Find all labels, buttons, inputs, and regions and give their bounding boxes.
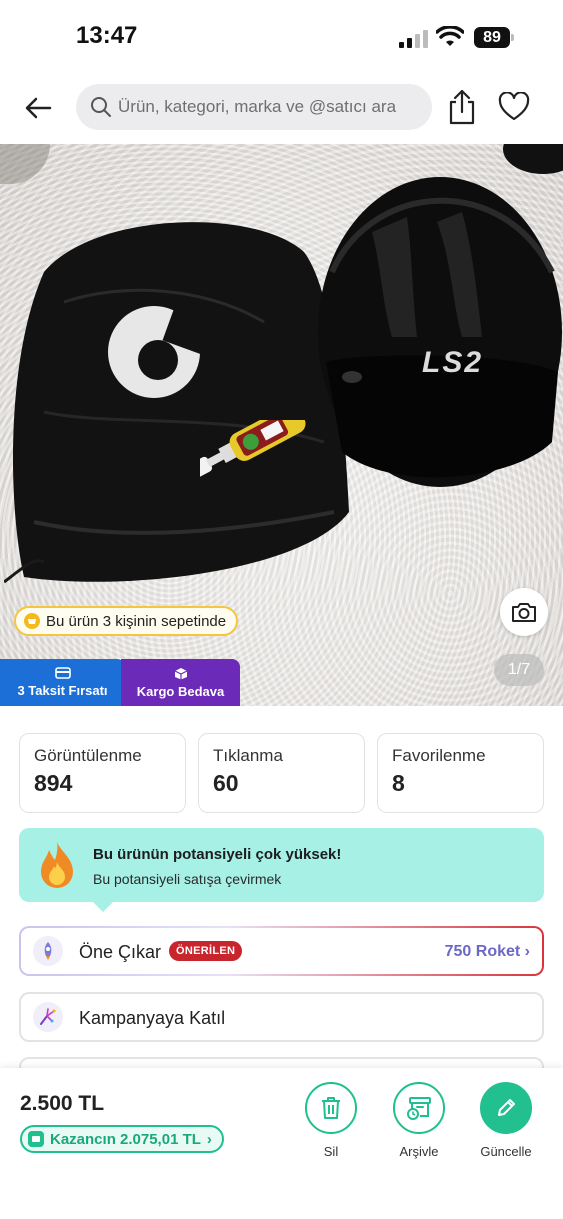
product-image-gallery[interactable]: LS2 Bu ürün 3 kişinin sepetinde 1/7 3 Ta… [0,144,563,706]
badge-taksit-label: 3 Taksit Fırsatı [17,683,108,698]
delete-circle [305,1082,357,1134]
cellular-signal-icon [399,30,428,48]
product-detail-page: 13:47 89 Ürün, kategori, marka ve @satıc… [0,0,563,1219]
promote-row[interactable]: Öne Çıkar ÖNERİLEN 750 Roket › [19,926,544,976]
earnings-pill[interactable]: Kazancın 2.075,01 TL › [20,1125,224,1153]
fire-icon [41,842,73,888]
potential-card: Bu ürünün potansiyeli çok yüksek! Bu pot… [19,828,544,912]
promote-cost: 750 Roket › [445,943,530,961]
campaign-label: Kampanyaya Katıl [79,1008,226,1028]
archive-button[interactable]: Arşivle [379,1082,459,1159]
campaign-icon [33,1002,63,1032]
stat-favorites-value: 8 [392,770,405,796]
bottom-action-bar: 2.500 TL Kazancın 2.075,01 TL › Sil Arşi… [0,1068,563,1219]
camera-icon [512,603,536,622]
stat-clicks-value: 60 [213,770,239,796]
status-bar: 13:47 89 [0,0,563,72]
wifi-icon [436,26,464,46]
product-price: 2.500 TL [20,1092,105,1115]
chevron-right-icon: › [206,1130,212,1148]
battery-indicator: 89 [474,27,514,48]
potential-subtitle: Bu potansiyeli satışa çevirmek [93,871,282,887]
visual-search-button[interactable] [500,588,548,636]
basket-count-text: Bu ürün 3 kişinin sepetinde [46,612,227,630]
box-icon [174,667,187,679]
stats-row: Görüntülenme 894 Tıklanma 60 Favorilenme… [19,733,544,813]
stat-favorites: Favorilenme 8 [377,733,544,813]
basket-icon [24,613,40,629]
archive-icon [407,1097,431,1120]
back-arrow-icon[interactable] [22,92,54,124]
card-icon [54,667,71,679]
trash-icon [322,1097,340,1119]
share-icon[interactable] [446,88,478,126]
svg-text:LS2: LS2 [422,346,483,379]
top-nav: Ürün, kategori, marka ve @satıcı ara [0,80,563,136]
delete-button[interactable]: Sil [291,1082,371,1159]
update-button[interactable]: Güncelle [466,1082,546,1159]
basket-count-pill: Bu ürün 3 kişinin sepetinde [14,606,239,636]
search-placeholder: Ürün, kategori, marka ve @satıcı ara [118,97,397,116]
earnings-text: Kazancın 2.075,01 TL [50,1130,201,1148]
status-time: 13:47 [76,22,138,49]
stat-clicks: Tıklanma 60 [198,733,365,813]
search-icon [91,97,111,117]
campaign-row[interactable]: Kampanyaya Katıl [19,992,544,1042]
favorite-heart-icon[interactable] [498,92,530,122]
stat-views-label: Görüntülenme [34,746,142,765]
update-circle [480,1082,532,1134]
pencil-icon [498,1099,515,1116]
stat-favorites-label: Favorilenme [392,746,486,765]
promote-cost-text: 750 Roket [444,943,521,960]
product-badges: 3 Taksit Fırsatı Kargo Bedava [0,659,240,706]
ls2-helmet-image: LS2 [318,177,562,487]
image-pager: 1/7 [494,654,544,686]
spray-bottle-image [200,420,306,479]
stat-clicks-label: Tıklanma [213,746,283,765]
archive-circle [393,1082,445,1134]
stat-views-value: 894 [34,770,73,796]
search-input[interactable]: Ürün, kategori, marka ve @satıcı ara [76,84,432,130]
promote-label: Öne Çıkar [79,942,162,962]
archive-label: Arşivle [399,1144,439,1159]
chevron-right-icon: › [524,943,530,960]
wallet-icon [28,1131,44,1147]
potential-title: Bu ürünün potansiyeli çok yüksek! [93,846,342,863]
recommended-tag: ÖNERİLEN [169,941,243,961]
badge-kargo-label: Kargo Bedava [136,683,225,699]
badge-kargo: Kargo Bedava [121,659,240,706]
badge-taksit: 3 Taksit Fırsatı [0,659,125,706]
delete-label: Sil [323,1144,339,1159]
update-label: Güncelle [480,1144,532,1159]
rocket-icon [33,936,63,966]
stat-views: Görüntülenme 894 [19,733,186,813]
